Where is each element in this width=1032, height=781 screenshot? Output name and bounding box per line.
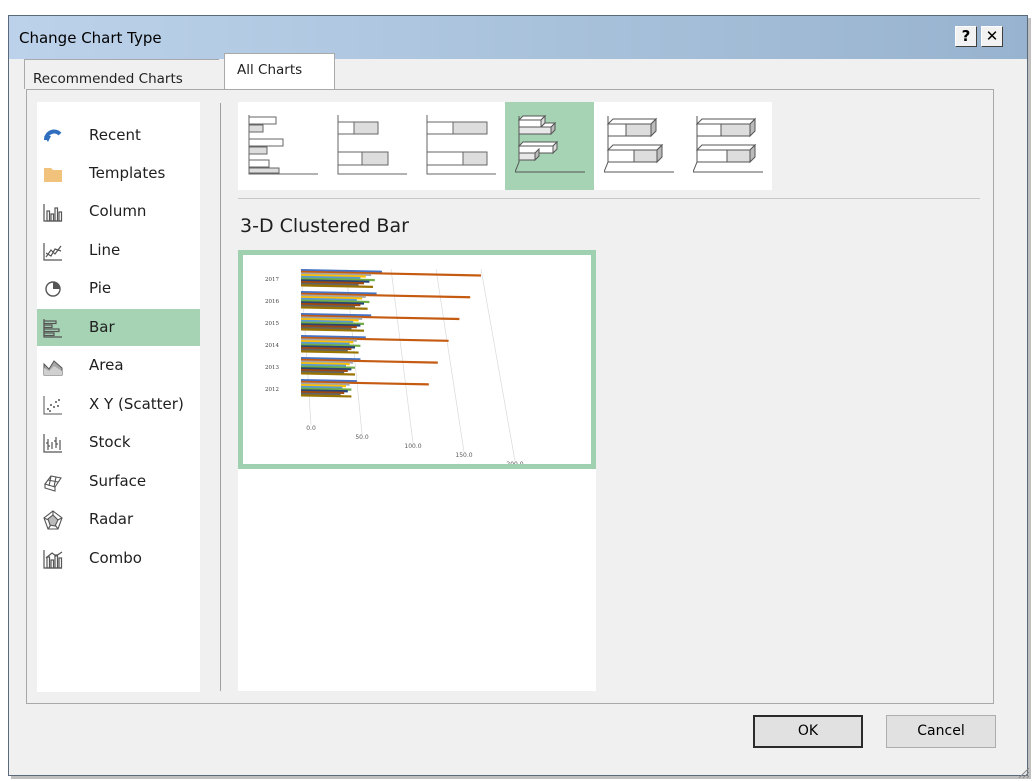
x-tick-label: 100.0 bbox=[404, 443, 421, 450]
category-label: Pie bbox=[89, 279, 112, 297]
category-label: X Y (Scatter) bbox=[89, 395, 184, 413]
chart-variant-gallery bbox=[238, 102, 772, 190]
folder-icon bbox=[44, 168, 62, 182]
help-button[interactable]: ? bbox=[955, 26, 977, 47]
y-tick-label: 2017 bbox=[265, 277, 279, 283]
gallery-divider bbox=[238, 198, 980, 199]
line-chart-icon bbox=[43, 243, 62, 261]
x-tick-label: 200.0 bbox=[506, 461, 523, 464]
variant-100-stacked-bar[interactable] bbox=[416, 102, 505, 190]
scatter-chart-icon bbox=[43, 396, 62, 415]
surface-chart-icon bbox=[44, 475, 62, 492]
y-tick-label: 2016 bbox=[265, 299, 279, 305]
chart-preview[interactable]: 0.0 50.0 100.0 150.0 200.0 2017 2016 2015 2014 20… bbox=[238, 250, 596, 469]
dialog-title: Change Chart Type bbox=[19, 29, 162, 47]
category-label: Stock bbox=[89, 433, 131, 451]
variant-clustered-bar[interactable] bbox=[238, 102, 327, 190]
category-label: Area bbox=[89, 356, 124, 374]
category-label: Line bbox=[89, 241, 121, 259]
category-column[interactable]: Column bbox=[37, 193, 200, 230]
category-label: Combo bbox=[89, 549, 142, 567]
tab-recommended-charts[interactable]: Recommended Charts bbox=[24, 59, 219, 89]
category-stock[interactable]: Stock bbox=[37, 424, 200, 461]
panel-divider bbox=[220, 103, 221, 691]
dialog-titlebar[interactable]: Change Chart Type ? ✕ bbox=[9, 16, 1027, 59]
category-combo[interactable]: Combo bbox=[37, 540, 200, 577]
pie-chart-icon bbox=[45, 281, 61, 297]
clustered-bar-icon bbox=[248, 115, 318, 175]
3d-clustered-bar-icon bbox=[515, 114, 585, 173]
y-tick-label: 2013 bbox=[265, 365, 279, 371]
category-label: Templates bbox=[89, 164, 166, 182]
variant-stacked-bar[interactable] bbox=[327, 102, 416, 190]
variant-3d-stacked-bar[interactable] bbox=[594, 102, 683, 190]
category-radar[interactable]: Radar bbox=[37, 501, 200, 538]
category-line[interactable]: Line bbox=[37, 232, 200, 269]
x-tick-label: 0.0 bbox=[306, 425, 316, 432]
x-tick-label: 50.0 bbox=[355, 434, 369, 441]
category-label: Radar bbox=[89, 510, 134, 528]
column-chart-icon bbox=[43, 204, 63, 222]
3d-100-stacked-bar-icon bbox=[693, 116, 763, 173]
preview-chart-svg: 0.0 50.0 100.0 150.0 200.0 2017 2016 2015 2014 20… bbox=[265, 268, 524, 468]
category-label: Bar bbox=[89, 318, 115, 336]
category-recent[interactable]: Recent bbox=[37, 117, 200, 154]
selected-variant-title: 3-D Clustered Bar bbox=[240, 215, 409, 237]
radar-chart-icon bbox=[43, 510, 63, 530]
x-tick-label: 150.0 bbox=[455, 452, 472, 459]
category-xy-scatter[interactable]: X Y (Scatter) bbox=[37, 386, 200, 423]
combo-chart-icon bbox=[43, 550, 63, 569]
recent-icon bbox=[44, 129, 62, 142]
y-tick-label: 2014 bbox=[265, 343, 279, 349]
chart-preview-panel: 0.0 50.0 100.0 150.0 200.0 2017 2016 2015 2014 20… bbox=[238, 250, 596, 691]
category-templates[interactable]: Templates bbox=[37, 155, 200, 192]
stacked-bar-icon bbox=[337, 115, 407, 175]
cancel-button[interactable]: Cancel bbox=[886, 715, 996, 748]
category-label: Surface bbox=[89, 472, 147, 490]
variant-3d-clustered-bar[interactable] bbox=[505, 102, 594, 190]
stock-chart-icon bbox=[43, 434, 62, 453]
3d-stacked-bar-icon bbox=[604, 116, 674, 173]
100-stacked-bar-icon bbox=[426, 115, 496, 175]
category-label: Column bbox=[89, 202, 147, 220]
gridline bbox=[480, 268, 516, 462]
bar-chart-icon bbox=[43, 319, 62, 338]
resize-grip-icon[interactable] bbox=[1016, 765, 1030, 779]
close-button[interactable]: ✕ bbox=[981, 26, 1003, 47]
area-chart-icon bbox=[43, 360, 63, 376]
category-bar[interactable]: Bar bbox=[37, 309, 200, 346]
category-surface[interactable]: Surface bbox=[37, 463, 200, 500]
y-tick-label: 2012 bbox=[265, 387, 279, 393]
tab-all-charts[interactable]: All Charts bbox=[224, 53, 335, 90]
y-tick-label: 2015 bbox=[265, 321, 279, 327]
category-label: Recent bbox=[89, 126, 141, 144]
chart-category-list: Recent Templates Column Line Pie Bar Are… bbox=[37, 102, 200, 692]
variant-3d-100-stacked-bar[interactable] bbox=[683, 102, 772, 190]
category-pie[interactable]: Pie bbox=[37, 270, 200, 307]
ok-button[interactable]: OK bbox=[753, 715, 863, 748]
category-area[interactable]: Area bbox=[37, 347, 200, 384]
